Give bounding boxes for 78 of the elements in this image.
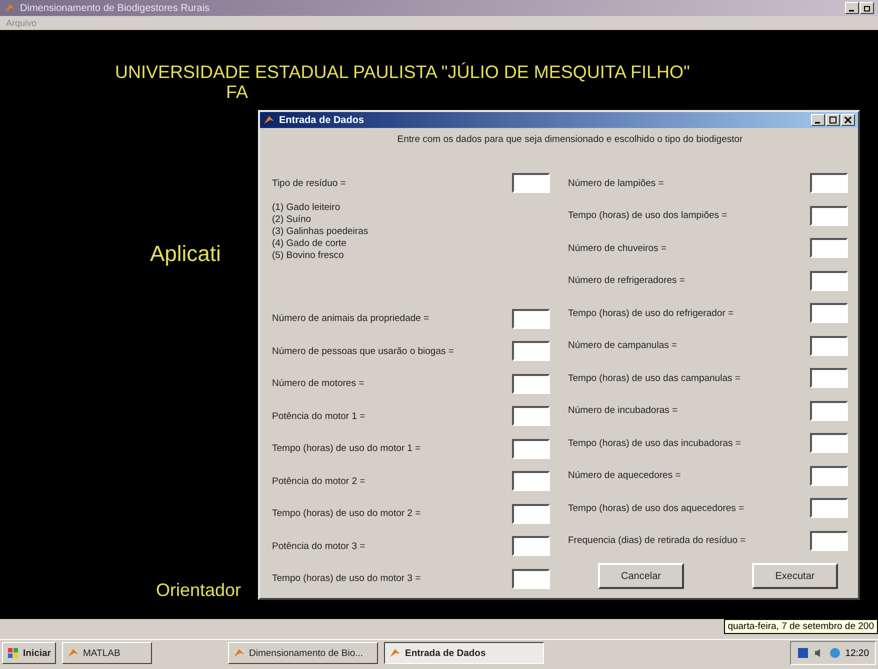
maximize-icon: [829, 116, 837, 124]
field-label: Potência do motor 1 =: [272, 410, 366, 422]
input-field[interactable]: [512, 374, 550, 394]
window-title: Dimensionamento de Biodigestores Rurais: [20, 2, 211, 14]
field-label: Número de pessoas que usarão o biogas =: [272, 346, 454, 357]
option-text: (2) Suíno: [272, 214, 312, 226]
restore-icon: [863, 4, 871, 12]
app-icon: [4, 2, 16, 14]
field-label: Número de aquecedores =: [568, 470, 681, 482]
field-label: Tempo (horas) de uso das campanulas =: [568, 372, 740, 384]
minimize-button[interactable]: [845, 2, 859, 14]
option-text: (1) Gado leiteiro: [272, 202, 342, 214]
input-field[interactable]: [810, 336, 848, 356]
input-field[interactable]: [810, 173, 848, 194]
input-field[interactable]: [512, 173, 550, 194]
input-field[interactable]: [512, 308, 550, 329]
field-label: Tipo de resíduo =: [272, 178, 346, 189]
application-title: Aplicati: [150, 241, 221, 267]
input-field[interactable]: [810, 466, 848, 486]
input-field[interactable]: [810, 400, 848, 421]
field-label: Número de incubadoras =: [568, 405, 678, 416]
dialog-title: Entrada de Dados: [279, 114, 364, 126]
input-field[interactable]: [810, 368, 848, 388]
field-label: Potência do motor 3 =: [272, 540, 366, 552]
input-field[interactable]: [810, 206, 848, 226]
input-field[interactable]: [512, 341, 550, 362]
input-field[interactable]: [810, 530, 848, 551]
field-label: Tempo (horas) de uso das incubadoras =: [568, 438, 741, 449]
dialog-button[interactable]: Cancelar: [598, 563, 684, 589]
field-label: Tempo (horas) de uso do refrigerador =: [568, 308, 734, 319]
close-icon: [844, 116, 852, 124]
input-field[interactable]: [810, 303, 848, 324]
field-label: Tempo (horas) de uso do motor 1 =: [272, 443, 421, 454]
field-label: Número de motores =: [272, 378, 364, 390]
minimize-button[interactable]: [811, 114, 825, 126]
restore-button[interactable]: [860, 2, 874, 14]
dialog-button[interactable]: Executar: [752, 563, 838, 589]
field-label: Número de refrigeradores =: [568, 275, 685, 286]
field-label: Número de lampiões =: [568, 178, 664, 189]
faculty-heading: FA: [226, 82, 248, 103]
university-heading: UNIVERSIDADE ESTADUAL PAULISTA "JÚLIO DE MESQUITA FILHO": [115, 62, 690, 83]
taskbar-button[interactable]: Entrada de Dados: [384, 642, 544, 664]
input-field[interactable]: [512, 568, 550, 589]
input-field[interactable]: [810, 270, 848, 291]
input-field[interactable]: [810, 498, 848, 518]
app-icon: [233, 647, 245, 659]
option-text: (3) Galinhas poedeiras: [272, 226, 370, 238]
advisor-label: Orientador: [156, 580, 242, 601]
field-label: Potência do motor 2 =: [272, 476, 366, 487]
taskbar-button[interactable]: MATLAB: [62, 642, 152, 664]
app-icon: [263, 114, 275, 126]
input-field[interactable]: [512, 536, 550, 556]
field-label: Tempo (horas) de uso do motor 3 =: [272, 573, 421, 584]
option-text: (4) Gado de corte: [272, 238, 348, 250]
input-field[interactable]: [512, 471, 550, 492]
field-label: Número de animais da propriedade =: [272, 313, 430, 324]
app-icon: [389, 647, 401, 659]
clock: 12:20: [845, 648, 869, 658]
field-label: Tempo (horas) de uso dos aquecedores =: [568, 502, 744, 514]
input-field[interactable]: [810, 238, 848, 258]
app-icon: [67, 647, 79, 659]
input-field[interactable]: [512, 438, 550, 459]
field-label: Número de chuveiros =: [568, 242, 666, 254]
instruction-text: Entre com os dados para que seja dimensionado e escolhido o tipo do biodigestor: [396, 133, 744, 145]
start-button[interactable]: Iniciar: [2, 642, 56, 664]
input-field[interactable]: [512, 406, 550, 426]
field-label: Tempo (horas) de uso dos lampiões =: [568, 210, 728, 222]
taskbar-button[interactable]: Dimensionamento de Bio...: [228, 642, 378, 664]
input-field[interactable]: [810, 433, 848, 454]
field-label: Tempo (horas) de uso do motor 2 =: [272, 508, 421, 520]
close-button[interactable]: [841, 114, 855, 126]
windows-logo-icon: [7, 647, 19, 659]
field-label: Frequencia (dias) de retirada do resíduo =: [568, 535, 746, 546]
option-text: (5) Bovino fresco: [272, 250, 345, 262]
field-label: Número de campanulas =: [568, 340, 678, 352]
input-field[interactable]: [512, 504, 550, 524]
date-tooltip: quarta-feira, 7 de setembro de 200: [724, 619, 878, 634]
maximize-button[interactable]: [826, 114, 840, 126]
